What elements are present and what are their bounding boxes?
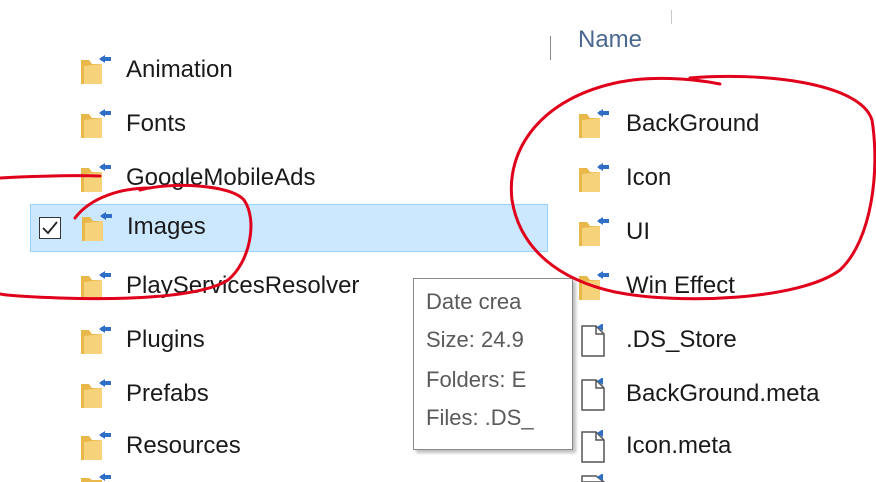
content-item-background[interactable]: BackGround (548, 100, 876, 148)
file-icon (581, 324, 605, 357)
pinned-folder-icon (81, 379, 111, 408)
tooltip-files: Files: .DS_ (426, 405, 534, 430)
pinned-folder-icon (579, 163, 609, 192)
content-item-icon-meta[interactable]: Icon.meta (548, 422, 876, 470)
content-item-label: .DS_Store (626, 326, 737, 353)
content-item-label: Icon.meta (626, 432, 732, 459)
content-item-label: BackGround (626, 110, 760, 137)
pinned-folder-icon (81, 431, 111, 460)
content-item-label: Icon (626, 164, 672, 191)
content-pane: Name BackGround Icon UI Win Effect .DS_S… (548, 0, 876, 482)
content-item-label: Win Effect (626, 272, 735, 299)
content-item-ds-store[interactable]: .DS_Store (548, 316, 876, 364)
content-item-background-meta[interactable]: BackGround.meta (548, 370, 876, 418)
tooltip-folders: Folders: E (426, 367, 527, 392)
checkbox-checked-icon[interactable] (39, 217, 61, 239)
nav-item-label: Images (127, 213, 206, 240)
nav-item-label: Resources (126, 432, 241, 459)
nav-item-label: Animation (126, 56, 233, 83)
nav-item-animation[interactable]: Animation (0, 46, 548, 94)
nav-item-label: Plugins (126, 326, 205, 353)
tooltip-size: Size: 24.9 (426, 327, 524, 352)
content-item-label: BackGround.meta (626, 380, 820, 407)
file-icon (581, 430, 605, 463)
pinned-folder-icon (81, 55, 111, 84)
pinned-folder-icon (81, 473, 111, 482)
content-item-ui[interactable]: UI (548, 208, 876, 256)
pinned-folder-icon (82, 212, 112, 241)
pinned-folder-icon (579, 271, 609, 300)
pinned-folder-icon (579, 217, 609, 246)
pinned-folder-icon (81, 163, 111, 192)
pinned-folder-icon (81, 109, 111, 138)
pinned-folder-icon (579, 109, 609, 138)
column-header-name[interactable]: Name (578, 26, 642, 54)
nav-item-label: PlayServicesResolver (126, 272, 360, 299)
nav-item-images[interactable]: Images (30, 204, 548, 252)
nav-item-label: Prefabs (126, 380, 209, 407)
nav-item-fonts[interactable]: Fonts (0, 100, 548, 148)
folder-info-tooltip: Date crea Size: 24.9 Folders: E Files: .… (413, 278, 573, 450)
tooltip-date-created: Date crea (426, 289, 522, 314)
content-item-partial[interactable] (548, 474, 876, 482)
file-icon (581, 378, 605, 411)
nav-item-label: Fonts (126, 110, 187, 137)
nav-item-partial[interactable] (0, 472, 548, 482)
file-icon (581, 474, 606, 482)
pinned-folder-icon (81, 271, 111, 300)
pinned-folder-icon (81, 325, 111, 354)
content-item-label: UI (626, 218, 650, 245)
content-item-win-effect[interactable]: Win Effect (548, 262, 876, 310)
nav-item-googlemobileads[interactable]: GoogleMobileAds (0, 154, 548, 202)
nav-item-label: GoogleMobileAds (126, 164, 316, 191)
content-item-icon[interactable]: Icon (548, 154, 876, 202)
